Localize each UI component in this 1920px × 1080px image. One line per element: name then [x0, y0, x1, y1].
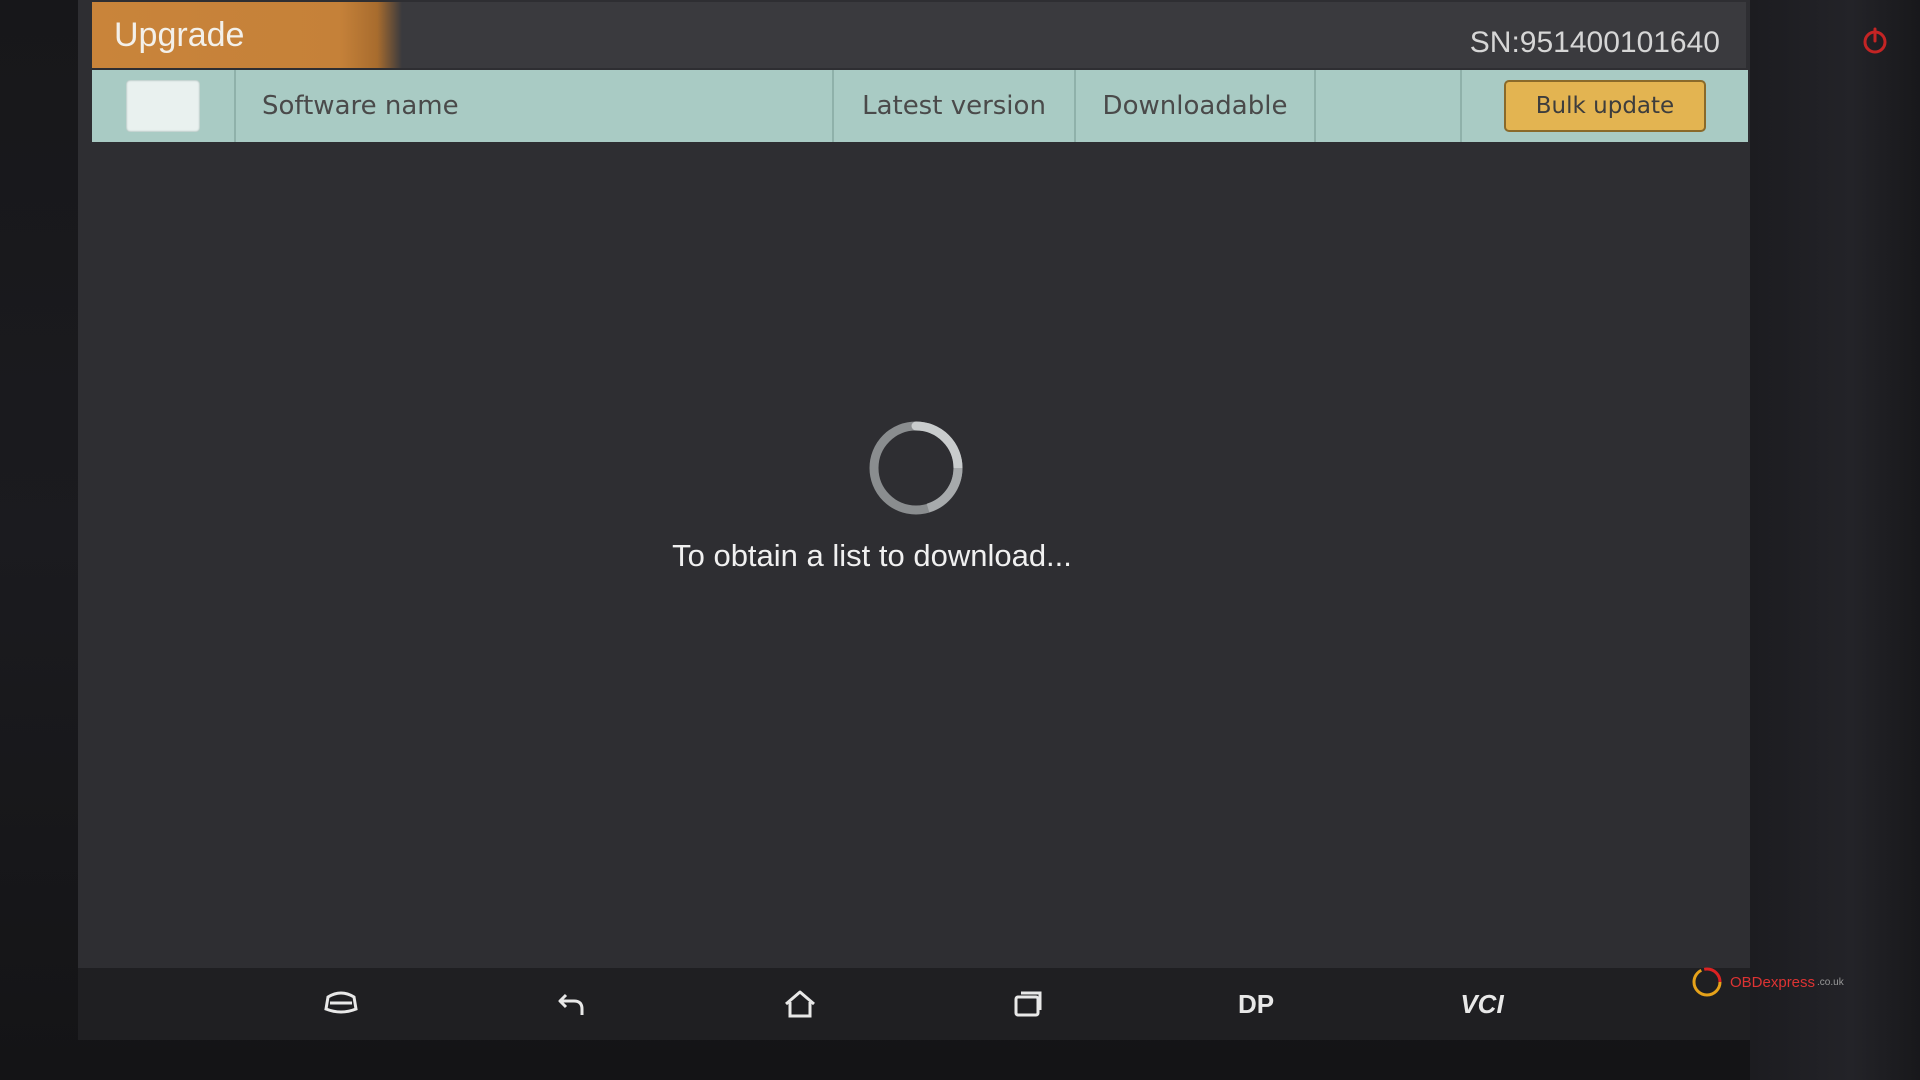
home-icon[interactable] [770, 982, 830, 1026]
device-bezel-right [1750, 0, 1920, 1080]
select-all-cell [92, 70, 236, 142]
dp-button[interactable]: DP [1226, 982, 1286, 1026]
watermark-suffix: .co.uk [1817, 976, 1844, 988]
title-bar: Upgrade SN:951400101640 [92, 2, 1746, 68]
column-header-empty [1316, 70, 1462, 142]
recent-apps-icon[interactable] [998, 982, 1058, 1026]
dp-label: DP [1237, 988, 1275, 1019]
car-icon[interactable] [311, 982, 371, 1026]
column-header-software-name[interactable]: Software name [236, 70, 834, 142]
title-tab: Upgrade [92, 2, 402, 68]
serial-number: SN:951400101640 [1469, 26, 1720, 59]
bulk-update-cell: Bulk update [1462, 70, 1748, 142]
page-title: Upgrade [114, 16, 245, 54]
loading-message: To obtain a list to download... [672, 538, 1072, 573]
power-icon[interactable] [1860, 26, 1890, 56]
vci-button[interactable]: VCI [1452, 982, 1512, 1026]
select-all-checkbox[interactable] [126, 80, 200, 132]
column-header-downloadable[interactable]: Downloadable [1076, 70, 1316, 142]
navigation-bar: DP VCI [78, 968, 1750, 1040]
bulk-update-button[interactable]: Bulk update [1504, 80, 1706, 132]
watermark-brand: OBDexpress [1730, 973, 1816, 991]
back-icon[interactable] [541, 982, 601, 1026]
table-header: Software name Latest version Downloadabl… [92, 70, 1748, 142]
loading-spinner-icon [869, 421, 963, 515]
device-screen: Upgrade SN:951400101640 Software name La… [78, 0, 1750, 1040]
watermark-logo: OBDexpress .co.uk [1690, 960, 1890, 1004]
watermark-gauge-icon [1692, 967, 1722, 997]
column-header-latest-version[interactable]: Latest version [834, 70, 1076, 142]
vci-label: VCI [1460, 988, 1504, 1019]
